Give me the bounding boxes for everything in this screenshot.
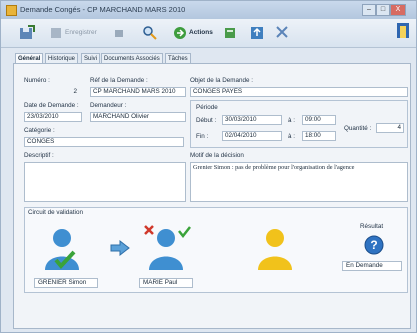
resultat-label: Résultat: [360, 223, 384, 230]
a-label-debut: à :: [288, 117, 296, 124]
quantite-label: Quantité :: [344, 125, 372, 132]
fin-time-field[interactable]: 18:00: [302, 131, 336, 141]
numero-label: Numéro :: [24, 77, 50, 84]
disk-icon[interactable]: [50, 25, 62, 41]
validator-1-name: GRENIER Simon: [34, 278, 98, 288]
toolbar: Enregistrer Actions: [1, 19, 416, 48]
window-title: Demande Congés - CP MARCHAND MARS 2010: [20, 5, 186, 14]
numero-field: 2: [73, 88, 77, 95]
print-icon[interactable]: [114, 25, 124, 41]
general-panel: Numéro : 2 Réf de la Demande : CP MARCHA…: [13, 63, 411, 329]
a-label-fin: à :: [288, 133, 296, 140]
descriptif-textarea[interactable]: [24, 162, 186, 202]
tools-icon[interactable]: [275, 25, 289, 41]
demandeur-field[interactable]: MARCHAND Olivier: [90, 112, 186, 122]
objet-label: Objet de la Demande :: [190, 77, 254, 84]
date-field[interactable]: 23/03/2010: [24, 112, 82, 122]
circuit-title: Circuit de validation: [28, 209, 83, 216]
save-disabled-label: Enregistrer: [65, 29, 97, 36]
application-window: Demande Congés - CP MARCHAND MARS 2010 –…: [0, 0, 417, 333]
title-bar: Demande Congés - CP MARCHAND MARS 2010 –…: [1, 1, 416, 19]
upload-icon[interactable]: [250, 25, 264, 41]
minimize-button[interactable]: –: [362, 4, 376, 16]
actions-button[interactable]: Actions: [189, 29, 213, 36]
close-button[interactable]: X: [390, 4, 406, 16]
fin-date-field[interactable]: 02/04/2010: [222, 131, 282, 141]
app-icon: [6, 5, 17, 16]
categorie-label: Catégorie :: [24, 127, 55, 134]
debut-label: Début :: [196, 117, 217, 124]
ref-field[interactable]: CP MARCHAND MARS 2010: [90, 87, 186, 97]
documents-icon[interactable]: [223, 25, 237, 41]
date-label: Date de Demande :: [24, 102, 79, 109]
categorie-field[interactable]: CONGES: [24, 137, 184, 147]
debut-date-field[interactable]: 30/03/2010: [222, 115, 282, 125]
descriptif-label: Descriptif :: [24, 152, 54, 159]
person-pending-icon[interactable]: [254, 226, 296, 272]
motif-textarea[interactable]: Grenier Simon : pas de problème pour l'o…: [190, 162, 408, 202]
person-validated-icon[interactable]: [42, 226, 84, 272]
svg-text:?: ?: [370, 238, 377, 252]
resultat-value: En Demande: [342, 261, 402, 271]
objet-field[interactable]: CONGES PAYES: [190, 87, 408, 97]
debut-time-field[interactable]: 09:00: [302, 115, 336, 125]
question-icon[interactable]: ?: [364, 235, 384, 255]
exit-icon[interactable]: [396, 22, 410, 38]
actions-icon[interactable]: [173, 25, 187, 41]
quantite-field[interactable]: 4: [376, 123, 404, 133]
periode-label: Période: [196, 104, 218, 111]
demandeur-label: Demandeur :: [90, 102, 127, 109]
ref-label: Réf de la Demande :: [90, 77, 148, 84]
search-icon[interactable]: [142, 25, 158, 41]
maximize-button[interactable]: □: [376, 4, 390, 16]
save-icon[interactable]: [19, 25, 35, 41]
fin-label: Fin :: [196, 133, 209, 140]
validator-2-name: MARIE Paul: [139, 278, 193, 288]
motif-label: Motif de la décision: [190, 152, 244, 159]
arrow-right-icon: [110, 240, 130, 256]
person-partial-icon[interactable]: [142, 224, 192, 272]
